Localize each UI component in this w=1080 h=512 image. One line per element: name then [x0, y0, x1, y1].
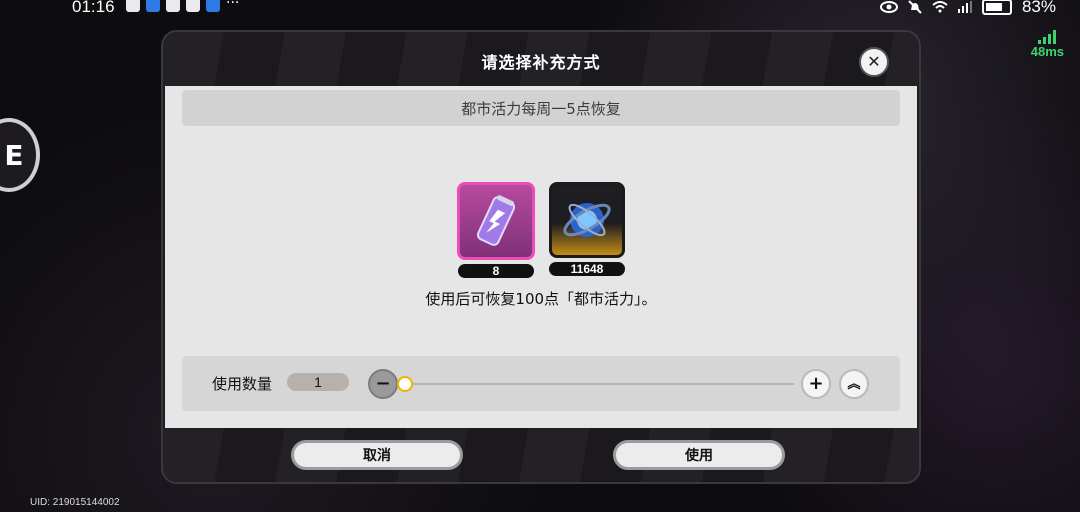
- eye-icon: [879, 1, 898, 13]
- close-button[interactable]: ✕: [859, 47, 889, 77]
- blue-orb-icon: [563, 203, 611, 237]
- battery-icon: [981, 0, 1012, 15]
- refill-dialog: 请选择补充方式 ✕ 都市活力每周一5点恢复 8 11648 使用后可恢复100点…: [161, 30, 921, 484]
- quantity-label: 使用数量: [212, 375, 273, 393]
- cell-signal-icon: [957, 1, 972, 13]
- system-status: 83%: [879, 0, 1056, 17]
- cancel-button[interactable]: 取消: [291, 440, 463, 470]
- decrease-button[interactable]: −: [368, 369, 398, 399]
- energy-drink-icon: [476, 195, 516, 246]
- shield-app-icon: [146, 0, 160, 12]
- more-notifications-icon: ···: [226, 0, 240, 11]
- item-option-energy-drink[interactable]: 8: [457, 182, 535, 278]
- notification-alert-icon: [126, 0, 140, 12]
- network-ping: 48ms: [1031, 30, 1064, 59]
- item-option-blue-orb[interactable]: 11648: [549, 182, 625, 278]
- increase-button[interactable]: +: [801, 369, 831, 399]
- status-bar: 01:16 ··· 83%: [0, 0, 1080, 16]
- item-count: 11648: [549, 262, 625, 276]
- ping-signal-icon: [1031, 30, 1064, 44]
- item-options: 8 11648: [165, 182, 917, 278]
- quantity-value: 1: [287, 373, 349, 391]
- wifi-icon: [932, 1, 948, 13]
- dialog-title: 请选择补充方式: [481, 53, 601, 72]
- quantity-slider-handle[interactable]: [397, 376, 413, 392]
- side-menu-logo-icon: E: [4, 138, 24, 172]
- quantity-slider[interactable]: [404, 383, 794, 385]
- browser-app-icon: [206, 0, 220, 12]
- mute-bell-icon: [908, 0, 922, 14]
- recovery-info: 使用后可恢复100点「都市活力」。: [425, 290, 657, 308]
- app-notification-icon: [166, 0, 180, 12]
- use-button[interactable]: 使用: [613, 440, 785, 470]
- dialog-footer: 取消 使用: [163, 428, 919, 482]
- battery-percent: 83%: [1021, 0, 1056, 16]
- status-time: 01:16: [72, 0, 115, 16]
- news-app-icon: [186, 0, 200, 12]
- recovery-notice: 都市活力每周一5点恢复: [182, 90, 900, 126]
- dialog-body: 都市活力每周一5点恢复 8 11648 使用后可恢复100点「都市活力」。 使用…: [165, 86, 917, 428]
- max-button[interactable]: ︽: [839, 369, 869, 399]
- item-card[interactable]: [549, 182, 625, 258]
- dialog-header: 请选择补充方式 ✕: [163, 32, 919, 86]
- notification-icons: ···: [126, 0, 239, 12]
- ping-value: 48ms: [1030, 44, 1064, 59]
- quantity-panel: 使用数量 1 − + ︽: [182, 356, 900, 411]
- item-count: 8: [458, 264, 534, 278]
- user-id: UID: 219015144002: [30, 497, 120, 508]
- item-card-selected[interactable]: [457, 182, 535, 260]
